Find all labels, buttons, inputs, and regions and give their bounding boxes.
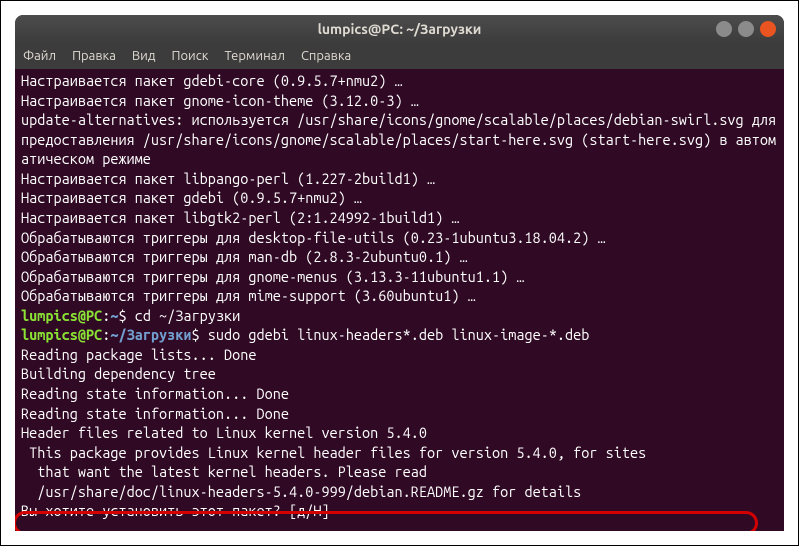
- output-line: Reading state information... Done: [21, 404, 778, 424]
- screenshot-frame: lumpics@PC: ~/Загрузки Файл Правка Вид П…: [0, 0, 799, 546]
- menu-search[interactable]: Поиск: [171, 49, 208, 63]
- output-line: Обрабатываются триггеры для mime-support…: [21, 286, 778, 306]
- output-line: Building dependency tree: [21, 364, 778, 384]
- prompt-user-host: lumpics@PC: [21, 326, 102, 343]
- output-line: Настраивается пакет libpango-perl (1.227…: [21, 169, 778, 189]
- output-line: Reading state information... Done: [21, 384, 778, 404]
- minimize-button[interactable]: [716, 21, 732, 37]
- terminal-window: lumpics@PC: ~/Загрузки Файл Правка Вид П…: [15, 15, 784, 531]
- prompt-path: ~/Загрузки: [110, 326, 191, 343]
- titlebar[interactable]: lumpics@PC: ~/Загрузки: [15, 15, 784, 43]
- output-line: Настраивается пакет gdebi (0.9.5.7+nmu2)…: [21, 188, 778, 208]
- output-line: Reading package lists... Done: [21, 345, 778, 365]
- output-line: Header files related to Linux kernel ver…: [21, 423, 778, 443]
- command-text: cd ~/Загрузки: [127, 307, 241, 324]
- menu-edit[interactable]: Правка: [72, 49, 116, 63]
- prompt-dollar: $: [192, 326, 200, 343]
- menu-view[interactable]: Вид: [132, 49, 156, 63]
- menu-file[interactable]: Файл: [23, 49, 56, 63]
- prompt-line: lumpics@PC:~$ cd ~/Загрузки: [21, 306, 778, 326]
- output-line: /usr/share/doc/linux-headers-5.4.0-999/d…: [21, 482, 778, 502]
- output-line: update-alternatives: используется /usr/s…: [21, 110, 778, 169]
- menu-terminal[interactable]: Терминал: [224, 49, 284, 63]
- command-text: sudo gdebi linux-headers*.deb linux-imag…: [200, 326, 590, 343]
- window-controls: [716, 21, 776, 37]
- output-line: Обрабатываются триггеры для gnome-menus …: [21, 267, 778, 287]
- close-button[interactable]: [760, 21, 776, 37]
- prompt-dollar: $: [118, 307, 126, 324]
- output-line: that want the latest kernel headers. Ple…: [21, 462, 778, 482]
- output-line: This package provides Linux kernel heade…: [21, 443, 778, 463]
- menubar: Файл Правка Вид Поиск Терминал Справка: [15, 43, 784, 69]
- maximize-button[interactable]: [738, 21, 754, 37]
- prompt-line: lumpics@PC:~/Загрузки$ sudo gdebi linux-…: [21, 325, 778, 345]
- output-line: Настраивается пакет gnome-icon-theme (3.…: [21, 91, 778, 111]
- output-line: Настраивается пакет gdebi-core (0.9.5.7+…: [21, 71, 778, 91]
- install-prompt: Вы хотите установить этот пакет? [д/Н]: [21, 501, 778, 521]
- terminal-output[interactable]: Настраивается пакет gdebi-core (0.9.5.7+…: [15, 69, 784, 531]
- output-line: Обрабатываются триггеры для desktop-file…: [21, 228, 778, 248]
- prompt-user-host: lumpics@PC: [21, 307, 102, 324]
- window-title: lumpics@PC: ~/Загрузки: [318, 21, 482, 37]
- menu-help[interactable]: Справка: [301, 49, 351, 63]
- output-line: Обрабатываются триггеры для man-db (2.8.…: [21, 247, 778, 267]
- output-line: Настраивается пакет libgtk2-perl (2:1.24…: [21, 208, 778, 228]
